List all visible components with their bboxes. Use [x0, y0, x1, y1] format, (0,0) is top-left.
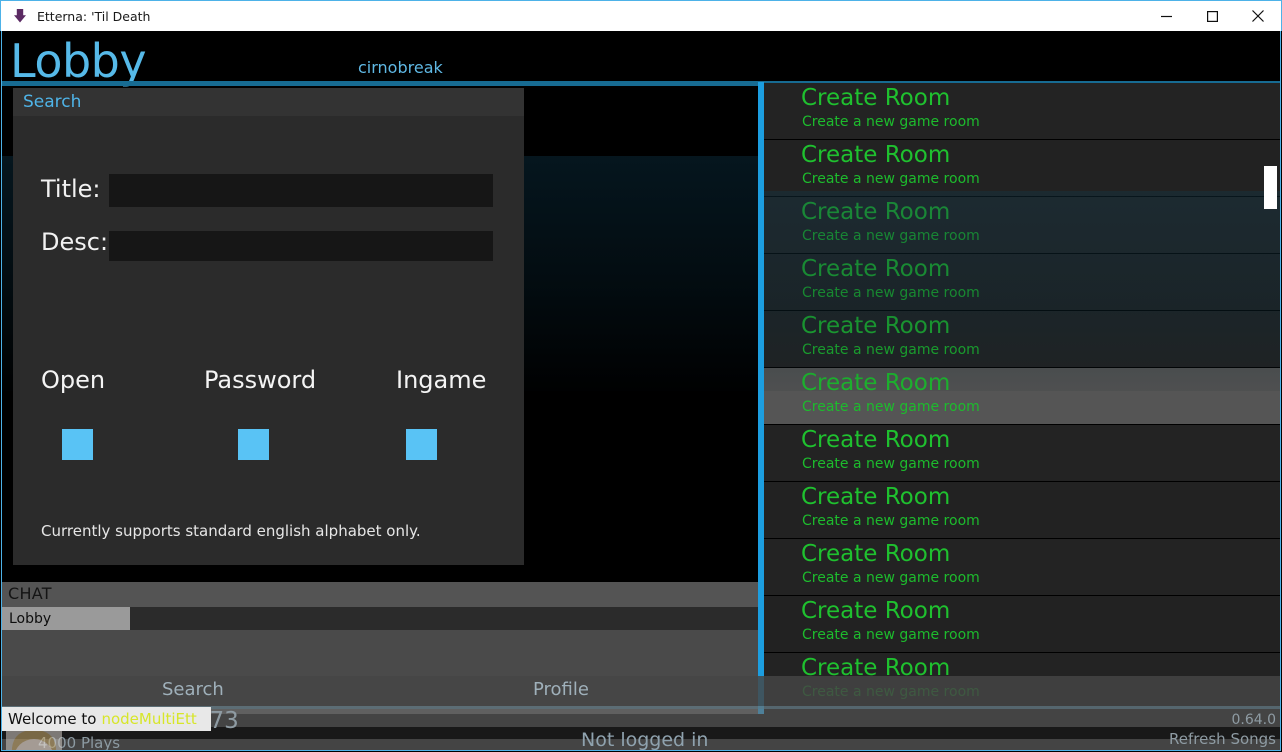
room-title: Create Room [801, 370, 951, 396]
password-toggle-label: Password [204, 366, 317, 394]
toast-prefix: Welcome to [8, 710, 97, 728]
profile-button[interactable]: Profile [533, 679, 589, 700]
chat-title: CHAT [8, 584, 52, 603]
chat-tab-lobby[interactable]: Lobby [2, 607, 130, 630]
search-panel-header: Search [13, 88, 524, 116]
desc-field-label: Desc: [41, 228, 109, 256]
open-toggle-checkbox[interactable] [62, 429, 93, 460]
room-list-item[interactable]: Create Room Create a new game room [764, 254, 1280, 311]
game-viewport: Lobby cirnobreak Search Title: Desc: Ope… [1, 31, 1281, 751]
window-title: Etterna: 'Til Death [37, 8, 151, 24]
room-list-item[interactable]: Create Room Create a new game room [764, 311, 1280, 368]
ingame-toggle-label: Ingame [396, 366, 487, 394]
room-title: Create Room [801, 484, 951, 510]
avatar [6, 728, 62, 750]
room-list-item[interactable]: Create Room Create a new game room [764, 197, 1280, 254]
room-list-item[interactable]: Create Room Create a new game room [764, 596, 1280, 653]
room-description: Create a new game room [802, 513, 980, 529]
minimize-icon [1160, 15, 1172, 17]
refresh-songs-button[interactable]: Refresh Songs [1169, 730, 1276, 748]
window-titlebar: Etterna: 'Til Death [0, 0, 1282, 31]
password-toggle-checkbox[interactable] [238, 429, 269, 460]
application-window: Etterna: 'Til Death Lobby cirnobreak Sea… [0, 0, 1282, 752]
search-panel-title: Search [23, 92, 82, 112]
chat-header: CHAT [2, 582, 758, 607]
header-username: cirnobreak [358, 58, 443, 77]
title-search-input[interactable] [109, 174, 493, 207]
maximize-icon [1206, 10, 1218, 22]
room-description: Create a new game room [802, 228, 980, 244]
room-description: Create a new game room [802, 456, 980, 472]
room-description: Create a new game room [802, 285, 980, 301]
close-icon [1252, 10, 1264, 22]
toast-server-name: nodeMultiEtt [101, 710, 197, 728]
maximize-button[interactable] [1189, 1, 1235, 31]
room-title: Create Room [801, 256, 951, 282]
room-list-scrollbar-thumb[interactable] [1264, 166, 1277, 209]
search-button[interactable]: Search [162, 679, 224, 700]
version-text: 0.64.0 [1231, 712, 1276, 728]
room-list[interactable]: Create Room Create a new game room Create … [764, 83, 1280, 713]
room-list-item[interactable]: Create Room Create a new game room [764, 539, 1280, 596]
page-title: Lobby [10, 34, 147, 88]
room-description: Create a new game room [802, 399, 980, 415]
chat-tabbar: Lobby [2, 607, 758, 630]
room-title: Create Room [801, 199, 951, 225]
open-toggle-label: Open [41, 366, 106, 394]
room-list-item[interactable]: Create Room Create a new game room [764, 140, 1280, 197]
minimize-button[interactable] [1143, 1, 1189, 31]
room-list-item[interactable]: Create Room Create a new game room [764, 368, 1280, 425]
title-field-label: Title: [41, 175, 101, 203]
room-title: Create Room [801, 427, 951, 453]
alphabet-note: Currently supports standard english alph… [41, 522, 421, 540]
desc-search-input[interactable] [109, 231, 493, 261]
etterna-arrow-icon [12, 8, 28, 24]
search-panel: Search Title: Desc: Open Password Ingame… [13, 88, 524, 565]
room-title: Create Room [801, 598, 951, 624]
login-status-text: Not logged in [581, 729, 709, 751]
room-title: Create Room [801, 85, 951, 111]
room-title: Create Room [801, 313, 951, 339]
chat-tab-label: Lobby [9, 610, 52, 627]
room-list-item[interactable]: Create Room Create a new game room [764, 83, 1280, 140]
room-description: Create a new game room [802, 114, 980, 130]
room-list-item[interactable]: Create Room Create a new game room [764, 425, 1280, 482]
welcome-toast: Welcome to nodeMultiEtt [2, 707, 211, 731]
room-list-item[interactable]: Create Room Create a new game room [764, 482, 1280, 539]
room-description: Create a new game room [802, 171, 980, 187]
room-description: Create a new game room [802, 570, 980, 586]
close-button[interactable] [1235, 1, 1281, 31]
room-title: Create Room [801, 541, 951, 567]
ingame-toggle-checkbox[interactable] [406, 429, 437, 460]
room-description: Create a new game room [802, 627, 980, 643]
room-description: Create a new game room [802, 342, 980, 358]
songs-loaded-text: Songs Loaded: 7604 [1123, 750, 1276, 751]
room-title: Create Room [801, 142, 951, 168]
